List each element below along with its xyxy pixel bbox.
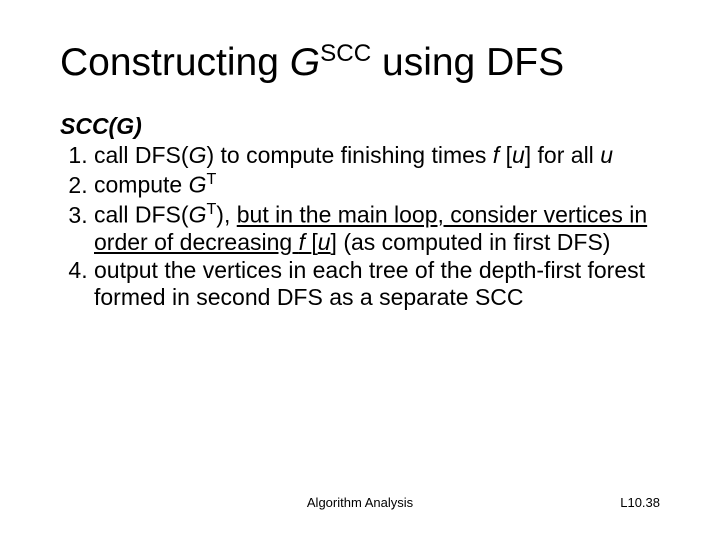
step1-u: u <box>512 142 525 168</box>
step3-comma: , <box>224 202 237 228</box>
step1-u2: u <box>600 142 613 168</box>
step2-text-a: compute <box>94 172 189 198</box>
steps-list: call DFS(G) to compute finishing times f… <box>60 142 660 311</box>
step3-paren: ) <box>216 202 224 228</box>
step-1: call DFS(G) to compute finishing times f… <box>94 142 660 169</box>
title-pre: Constructing <box>60 41 290 84</box>
step-2: compute GT <box>94 170 660 199</box>
step3-u: u <box>318 229 331 255</box>
algorithm-name: SCC(G) <box>60 113 660 140</box>
step3-t: T <box>206 200 216 218</box>
step1-g: G <box>189 142 207 168</box>
slide: Constructing GSCC using DFS SCC(G) call … <box>0 0 720 540</box>
step3-f: f <box>299 229 312 255</box>
step1-text-b: ) to compute finishing times <box>206 142 492 168</box>
title-post: using DFS <box>371 41 564 84</box>
step3-g: G <box>189 202 207 228</box>
step1-f: f <box>493 142 506 168</box>
step4-text: output the vertices in each tree of the … <box>94 257 645 310</box>
step-3: call DFS(GT), but in the main loop, cons… <box>94 200 660 256</box>
step3-text-e: (as computed in first DFS) <box>337 229 611 255</box>
step1-text-a: call DFS( <box>94 142 189 168</box>
footer-center: Algorithm Analysis <box>0 495 720 510</box>
step2-g: G <box>189 172 207 198</box>
footer-right: L10.38 <box>620 495 660 510</box>
step-4: output the vertices in each tree of the … <box>94 257 660 311</box>
title-gvar: G <box>290 41 320 84</box>
slide-title: Constructing GSCC using DFS <box>60 40 660 85</box>
step3-text-a: call DFS( <box>94 202 189 228</box>
title-gsup: SCC <box>320 40 371 67</box>
step1-text-d: ] for all <box>525 142 600 168</box>
step2-t: T <box>207 170 217 188</box>
